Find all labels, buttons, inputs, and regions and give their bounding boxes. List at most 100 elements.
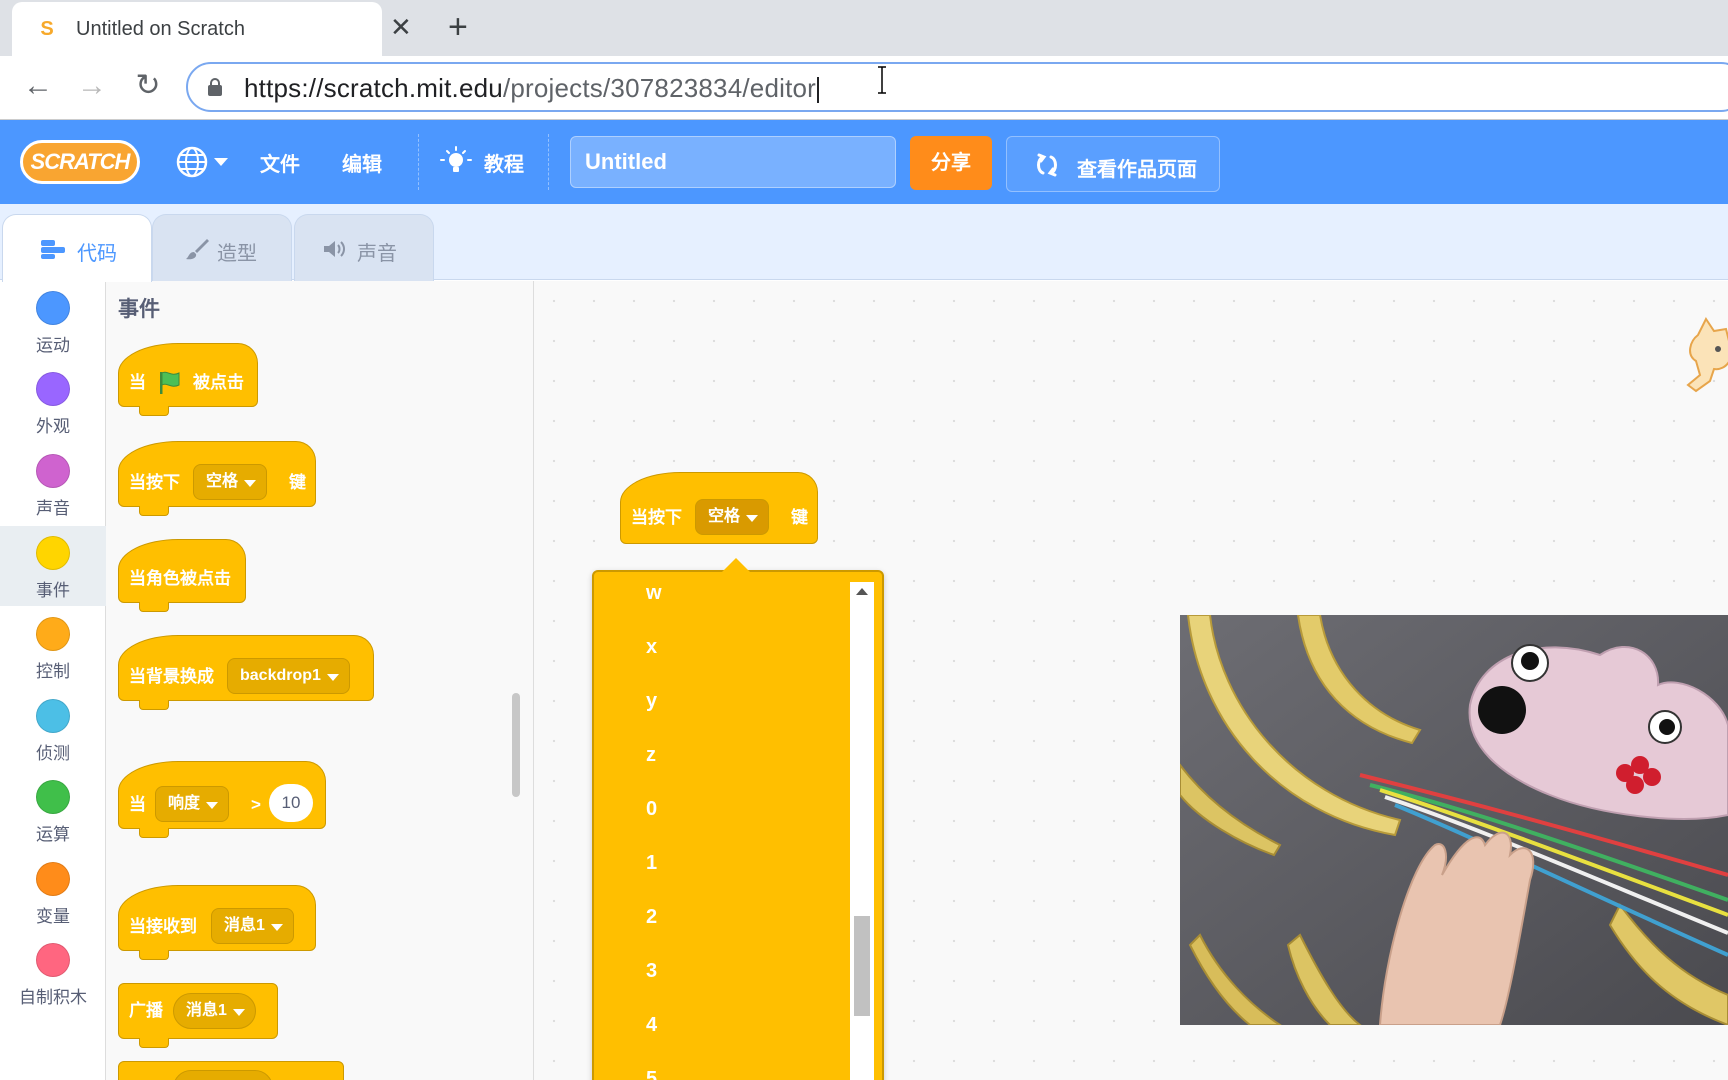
broadcast-message-dropdown[interactable] (173, 1070, 273, 1080)
dropdown-option[interactable]: 5 (646, 1068, 846, 1080)
block-text: 广播 (129, 1001, 163, 1020)
lightbulb-icon[interactable] (440, 146, 472, 178)
new-tab-icon[interactable]: + (448, 10, 468, 44)
category-variables[interactable]: 变量 (0, 852, 106, 932)
block-text: 当 (129, 373, 146, 392)
block-notch (139, 700, 169, 710)
block-text: 键 (791, 508, 808, 527)
dropdown-caret (722, 558, 750, 572)
lock-icon[interactable] (208, 78, 222, 96)
when-i-receive-block[interactable]: 当接收到 消息1 (118, 885, 316, 960)
category-dot-icon (36, 372, 70, 406)
key-dropdown[interactable]: 空格 (193, 464, 268, 500)
category-dot-icon (36, 536, 70, 570)
banana-board-photo (1180, 615, 1728, 1025)
reload-icon[interactable]: ↻ (128, 66, 168, 106)
message-dropdown[interactable]: 消息1 (211, 908, 294, 944)
browser-toolbar: ← → ↻ https://scratch.mit.edu/projects/3… (0, 56, 1728, 120)
speaker-icon (324, 241, 345, 257)
see-project-page-button[interactable]: 查看作品页面 (1006, 136, 1220, 192)
url-text[interactable]: https://scratch.mit.edu/projects/3078238… (244, 73, 820, 104)
palette-scrollbar[interactable] (512, 693, 520, 797)
dropdown-option[interactable]: x (646, 636, 846, 659)
share-button[interactable]: 分享 (910, 136, 992, 190)
broadcast-message-dropdown[interactable]: 消息1 (173, 993, 256, 1029)
language-caret-icon[interactable] (214, 158, 228, 166)
broadcast-and-wait-block[interactable] (118, 1061, 344, 1080)
category-label: 声音 (36, 499, 70, 518)
category-looks[interactable]: 外观 (0, 362, 106, 442)
loudness-dropdown[interactable]: 响度 (155, 786, 230, 822)
brush-icon (186, 239, 209, 260)
category-dot-icon (36, 617, 70, 651)
category-label: 运算 (36, 825, 70, 844)
green-flag-icon (160, 371, 180, 394)
block-notch (139, 1038, 169, 1048)
tutorials-menu[interactable]: 教程 (484, 148, 524, 177)
address-bar[interactable]: https://scratch.mit.edu/projects/3078238… (186, 62, 1728, 112)
url-host: https://scratch.mit.edu (244, 73, 503, 103)
loudness-number-input[interactable]: 10 (269, 784, 313, 822)
block-text: 当 (129, 795, 146, 814)
dropdown-option[interactable]: 0 (646, 798, 846, 821)
block-text: 当背景换成 (129, 667, 214, 686)
back-arrow-icon[interactable]: ← (18, 66, 58, 106)
category-dot-icon (36, 780, 70, 814)
block-text: > (251, 795, 261, 814)
block-notch (139, 602, 169, 612)
browser-tab[interactable]: S Untitled on Scratch ✕ (12, 2, 412, 56)
block-text: 当按下 (631, 508, 682, 527)
category-label: 侦测 (36, 744, 70, 763)
block-text: 键 (289, 473, 306, 492)
category-sound[interactable]: 声音 (0, 444, 106, 524)
when-sprite-clicked-block[interactable]: 当角色被点击 (118, 539, 246, 612)
category-label: 事件 (36, 581, 70, 600)
scratch-favicon-icon: S (40, 18, 54, 40)
dropdown-option[interactable]: 1 (646, 852, 846, 875)
dropdown-option[interactable]: z (646, 744, 846, 767)
tab-costumes[interactable]: 造型 (152, 214, 292, 282)
tab-code[interactable]: 代码 (2, 214, 152, 282)
category-label: 运动 (36, 336, 70, 355)
tab-sounds[interactable]: 声音 (294, 214, 434, 282)
category-my-blocks[interactable]: 自制积木 (0, 933, 106, 1013)
category-operators[interactable]: 运算 (0, 770, 106, 850)
editor-tabs-row: 代码 造型 声音 (0, 204, 1728, 282)
globe-icon[interactable] (174, 144, 210, 180)
scroll-up-arrow-icon[interactable] (856, 588, 868, 595)
dropdown-option[interactable]: 3 (646, 960, 846, 983)
key-dropdown-menu[interactable]: w x y z 0 1 2 3 4 5 (592, 558, 884, 1080)
workspace-when-key-pressed-block[interactable]: 当按下 空格 键 (620, 472, 818, 544)
category-sensing[interactable]: 侦测 (0, 689, 106, 769)
file-menu[interactable]: 文件 (260, 148, 300, 177)
dropdown-option[interactable]: 4 (646, 1014, 846, 1037)
dropdown-option[interactable]: w (646, 582, 846, 605)
edit-menu[interactable]: 编辑 (342, 148, 382, 177)
backdrop-dropdown[interactable]: backdrop1 (227, 658, 350, 694)
dropdown-scroll-thumb[interactable] (854, 916, 870, 1016)
block-text: 当接收到 (129, 917, 197, 936)
scratch-logo[interactable]: SCRATCH (20, 140, 140, 184)
dropdown-scrollbar[interactable] (850, 582, 874, 1080)
category-events[interactable]: 事件 (0, 526, 106, 606)
when-backdrop-switches-block[interactable]: 当背景换成 backdrop1 (118, 635, 374, 710)
block-text: 被点击 (193, 373, 244, 392)
dropdown-option[interactable]: y (646, 690, 846, 713)
project-page-icon (1037, 153, 1057, 177)
block-text: 当按下 (129, 473, 180, 492)
when-flag-clicked-block[interactable]: 当 被点击 (118, 343, 258, 416)
when-key-pressed-block[interactable]: 当按下 空格 键 (118, 441, 316, 516)
forward-arrow-icon[interactable]: → (72, 66, 112, 106)
block-text: 当角色被点击 (129, 569, 231, 588)
project-title-input[interactable]: Untitled (570, 136, 896, 188)
workspace-key-dropdown[interactable]: 空格 (695, 499, 770, 535)
close-tab-icon[interactable]: ✕ (390, 14, 412, 40)
category-motion[interactable]: 运动 (0, 281, 106, 361)
broadcast-block[interactable]: 广播 消息1 (118, 983, 278, 1048)
category-menu: 运动 外观 声音 事件 控制 侦测 运算 变量 自制积木 (0, 281, 106, 1080)
when-loudness-greater-block[interactable]: 当 响度 > 10 (118, 761, 326, 838)
category-control[interactable]: 控制 (0, 607, 106, 687)
dropdown-option[interactable]: 2 (646, 906, 846, 929)
category-dot-icon (36, 291, 70, 325)
menu-divider (548, 134, 549, 190)
